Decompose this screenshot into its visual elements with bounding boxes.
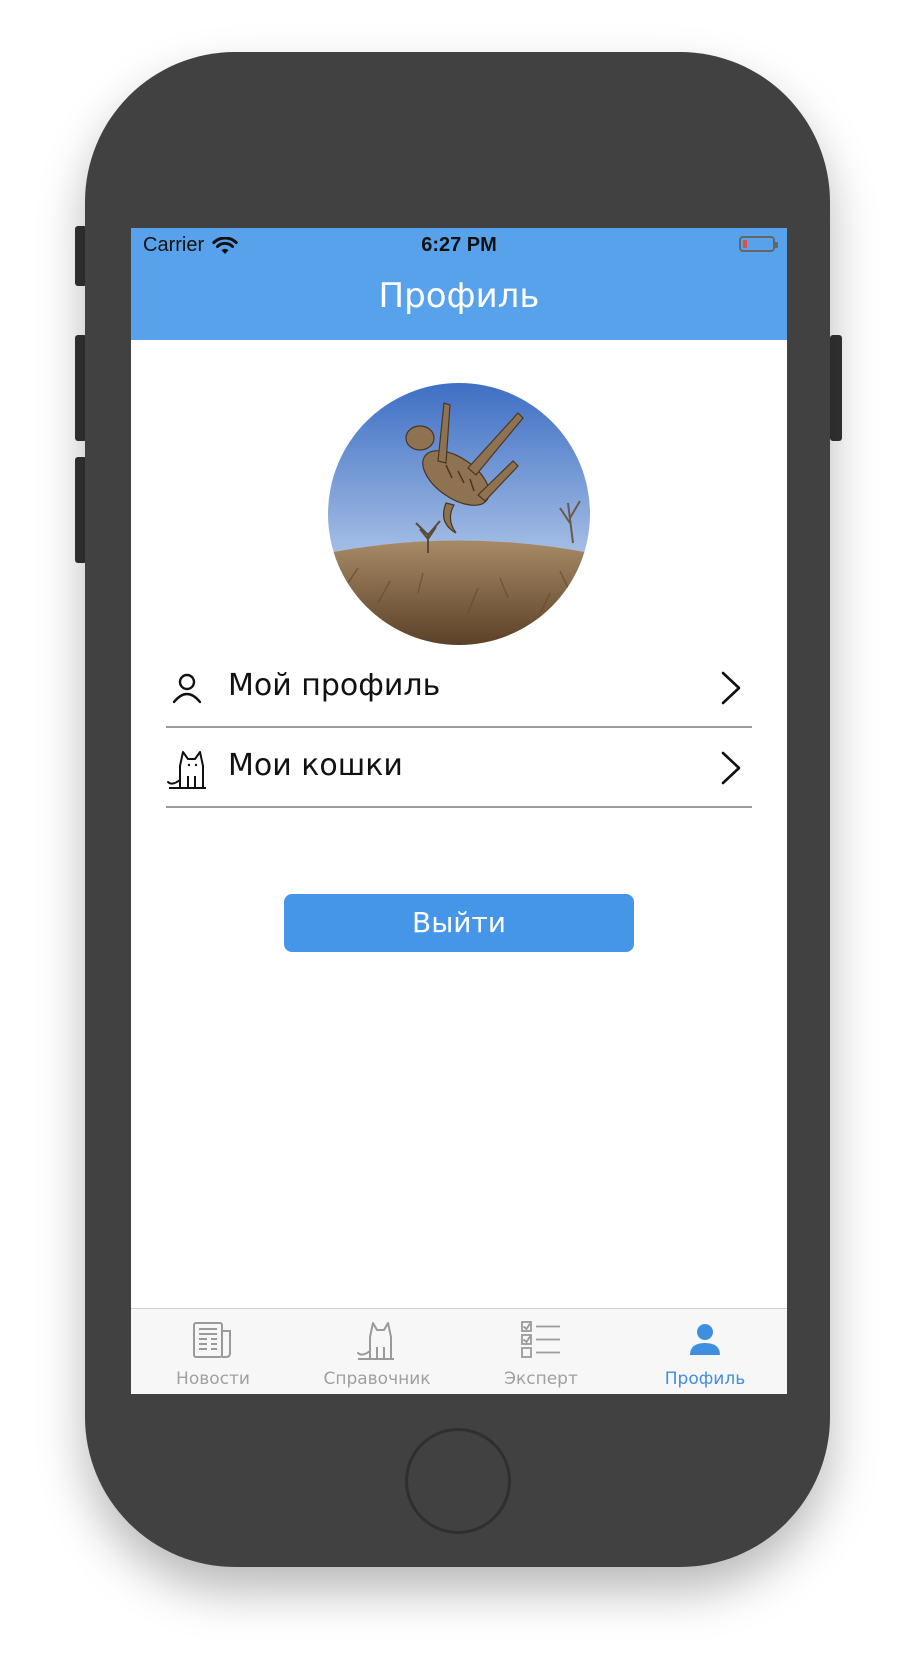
menu-item-label: Мои кошки bbox=[228, 748, 403, 783]
chevron-right-icon bbox=[721, 671, 741, 705]
tab-label: Новости bbox=[176, 1369, 250, 1389]
app-screen: Carrier 6:27 PM Профиль Мой профиль Мои … bbox=[131, 228, 787, 1394]
tab-label: Эксперт bbox=[504, 1369, 578, 1389]
menu-item-my-cats[interactable]: Мои кошки bbox=[166, 728, 752, 808]
tab-news[interactable]: Новости bbox=[131, 1309, 295, 1394]
checklist-icon bbox=[521, 1321, 560, 1358]
newspaper-icon bbox=[193, 1322, 231, 1358]
avatar[interactable] bbox=[328, 383, 590, 645]
battery-icon bbox=[739, 236, 778, 252]
person-icon bbox=[172, 673, 202, 704]
cat-icon bbox=[167, 751, 206, 789]
navigation-bar: Carrier 6:27 PM Профиль bbox=[131, 228, 787, 340]
status-time: 6:27 PM bbox=[421, 234, 497, 256]
power-button bbox=[830, 335, 842, 441]
logout-button[interactable]: Выйти bbox=[284, 894, 634, 952]
chevron-right-icon bbox=[721, 751, 741, 785]
tab-label: Профиль bbox=[664, 1369, 746, 1389]
tab-directory[interactable]: Справочник bbox=[295, 1309, 459, 1394]
home-button[interactable] bbox=[405, 1428, 511, 1534]
tab-profile[interactable]: Профиль bbox=[623, 1309, 787, 1394]
person-icon bbox=[690, 1324, 720, 1355]
tab-label: Справочник bbox=[323, 1369, 431, 1389]
battery-level bbox=[743, 240, 747, 248]
tab-bar: Новости Справочник Эксперт Профиль bbox=[131, 1308, 787, 1394]
menu-item-my-profile[interactable]: Мой профиль bbox=[166, 648, 752, 728]
cat-icon bbox=[357, 1322, 394, 1360]
page-title: Профиль bbox=[378, 276, 540, 316]
tab-expert[interactable]: Эксперт bbox=[459, 1309, 623, 1394]
menu-item-label: Мой профиль bbox=[228, 668, 441, 703]
avatar-photo bbox=[328, 383, 590, 645]
